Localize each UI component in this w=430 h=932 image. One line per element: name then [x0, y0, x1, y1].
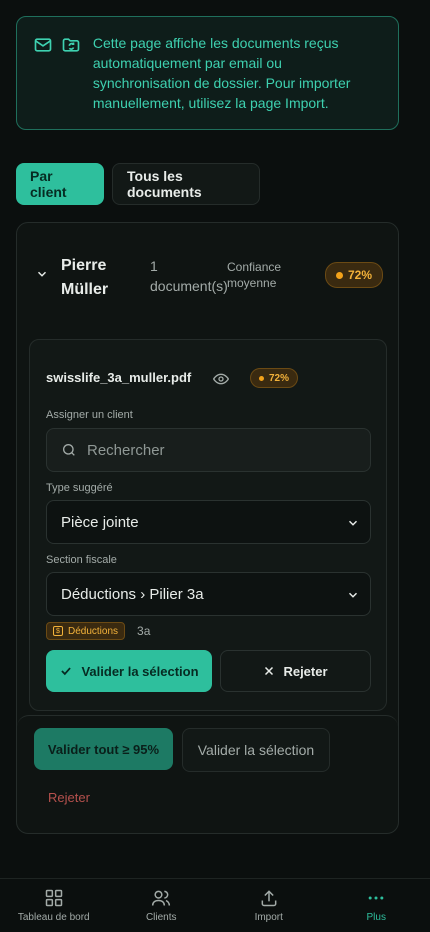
banner-text: Cette page affiche les documents reçus a… — [92, 35, 351, 111]
more-icon — [368, 896, 384, 900]
nav-item-dashboard[interactable]: Tableau de bord — [0, 879, 108, 932]
document-confidence-value: 72% — [269, 372, 290, 384]
bottom-nav: Tableau de bord Clients Import Plus — [0, 878, 430, 932]
tab-tous-documents[interactable]: Tous les documents — [112, 163, 260, 205]
mail-icon — [34, 38, 52, 52]
type-label: Type suggéré — [46, 482, 113, 494]
section-tag: $ Déductions — [46, 622, 126, 640]
bulk-actions: Valider tout ≥ 95% Valider la sélection … — [17, 715, 398, 835]
eye-icon[interactable] — [213, 371, 229, 387]
document-filename: swisslife_3a_muller.pdf — [46, 370, 192, 385]
view-tabs: Par client Tous les documents — [16, 163, 260, 205]
chevron-down-icon — [348, 520, 358, 526]
nav-label: Clients — [145, 912, 177, 923]
tab-par-client[interactable]: Par client — [16, 163, 104, 205]
close-icon — [265, 666, 274, 676]
bulk-reject-button[interactable]: Rejeter — [48, 786, 90, 808]
client-search-input[interactable]: Rechercher — [46, 428, 371, 472]
reject-button[interactable]: Rejeter — [220, 650, 371, 692]
client-card: Pierre Müller 1 document(s) Confiance mo… — [16, 222, 399, 834]
client-name: Pierre Müller — [61, 257, 109, 298]
validate-all-button[interactable]: Valider tout ≥ 95% — [34, 728, 173, 770]
nav-label: Plus — [366, 912, 386, 923]
section-value: Déductions › Pilier 3a — [61, 585, 204, 603]
dollar-icon: $ — [53, 626, 63, 636]
section-select[interactable]: Déductions › Pilier 3a — [46, 572, 371, 616]
validate-selection-label: Valider la sélection — [81, 663, 199, 679]
confidence-label: Confiance moyenne — [227, 260, 282, 290]
chevron-down-icon — [348, 592, 358, 598]
section-tag-row: $ Déductions 3a — [46, 622, 150, 640]
folder-sync-icon — [62, 38, 80, 52]
confidence-value: 72% — [348, 268, 373, 282]
users-icon — [152, 890, 171, 906]
nav-item-import[interactable]: Import — [215, 879, 323, 932]
chevron-down-icon[interactable] — [35, 267, 49, 281]
banner-icons — [33, 33, 93, 113]
nav-item-clients[interactable]: Clients — [108, 879, 216, 932]
dashboard-icon — [45, 889, 62, 907]
assign-label: Assigner un client — [46, 409, 133, 421]
validate-selection-button[interactable]: Valider la sélection — [46, 650, 212, 692]
document-count: 1 document(s) — [150, 258, 228, 294]
upload-icon — [261, 890, 277, 907]
document-confidence-badge: 72% — [250, 368, 299, 388]
section-label: Section fiscale — [46, 554, 117, 566]
client-header[interactable]: Pierre Müller 1 document(s) Confiance mo… — [17, 223, 398, 327]
type-select[interactable]: Pièce jointe — [46, 500, 371, 544]
bulk-validate-selection-button[interactable]: Valider la sélection — [182, 728, 330, 772]
nav-label: Import — [254, 912, 283, 923]
search-placeholder: Rechercher — [87, 441, 165, 459]
section-tag-sub: 3a — [137, 624, 151, 638]
section-tag-label: Déductions — [68, 625, 119, 637]
nav-item-plus[interactable]: Plus — [323, 879, 430, 932]
reject-label: Rejeter — [283, 663, 328, 679]
search-icon — [62, 444, 75, 456]
type-value: Pièce jointe — [61, 513, 139, 531]
check-icon — [61, 667, 72, 676]
document-card: swisslife_3a_muller.pdf 72% Assigner un … — [29, 339, 387, 711]
status-dot-icon — [259, 375, 264, 381]
nav-label: Tableau de bord — [17, 912, 90, 923]
confidence-badge: 72% — [325, 262, 384, 288]
info-banner: Cette page affiche les documents reçus a… — [16, 16, 399, 130]
status-dot-icon — [336, 271, 343, 279]
